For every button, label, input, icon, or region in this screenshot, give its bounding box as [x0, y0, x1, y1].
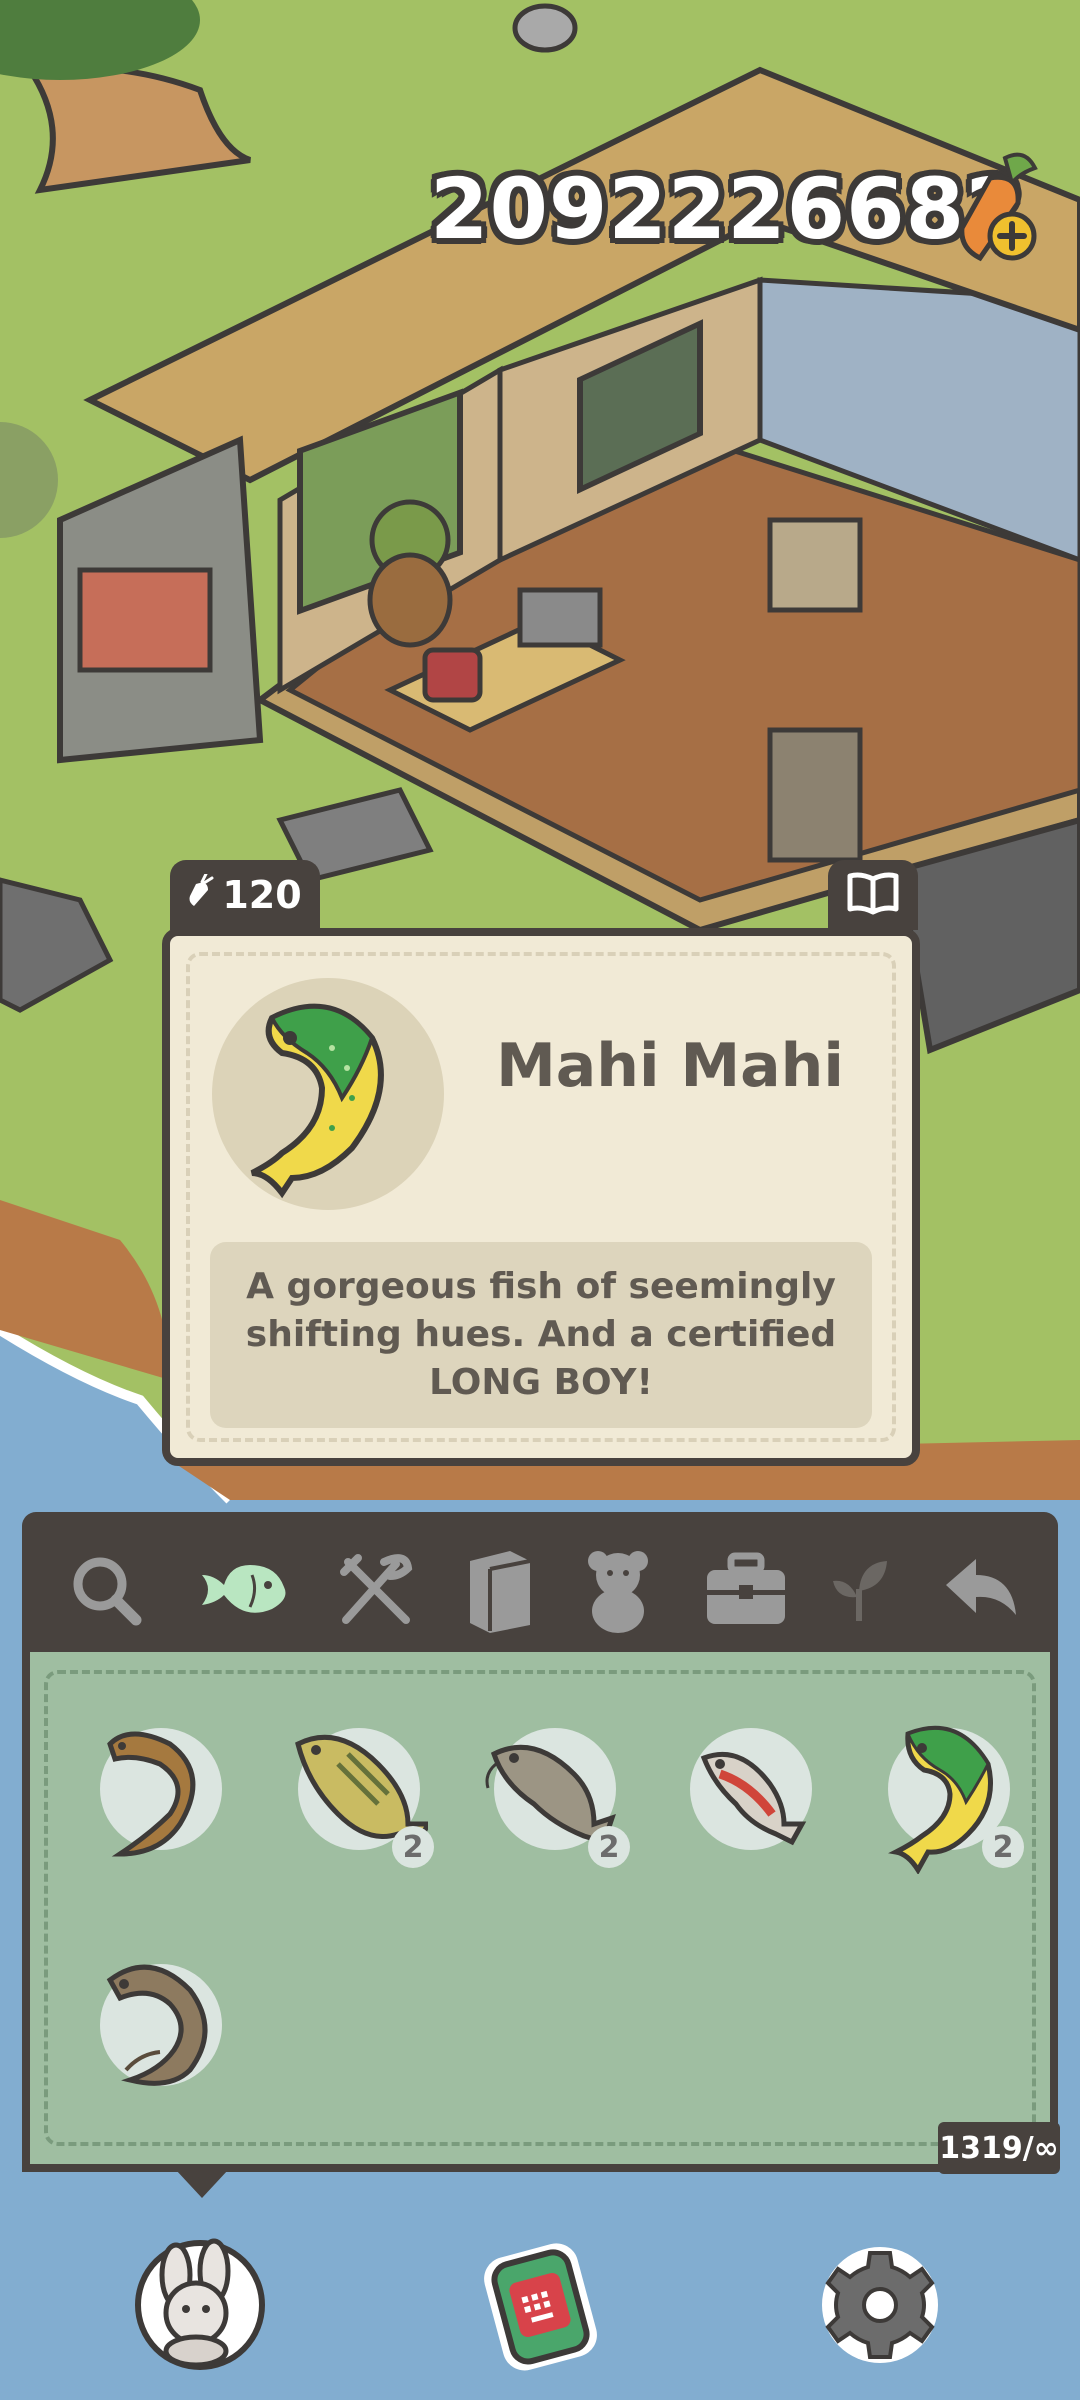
search-icon	[73, 1557, 142, 1626]
journal-button[interactable]	[828, 860, 918, 930]
quantity-badge: 2	[392, 1826, 434, 1868]
character-button[interactable]	[130, 2235, 270, 2375]
fish-icon	[202, 1565, 286, 1613]
tab-search[interactable]	[58, 1542, 154, 1638]
phone-icon	[484, 2243, 597, 2371]
inventory-slot[interactable]	[100, 1728, 222, 1857]
red-fish-icon	[700, 1751, 807, 1846]
lamprey-icon	[106, 1964, 208, 2086]
item-description-box: A gorgeous fish of seemingly shifting hu…	[210, 1242, 872, 1428]
tab-toys[interactable]	[570, 1542, 666, 1638]
tab-fish[interactable]	[194, 1542, 290, 1638]
currency-display: 2092226682	[430, 152, 1038, 280]
fork-knife-icon	[340, 1554, 413, 1624]
carrot-plus-icon[interactable]	[950, 148, 1050, 268]
phone-button[interactable]	[470, 2235, 610, 2375]
price-tab: 120	[170, 860, 320, 930]
settings-button[interactable]	[810, 2235, 950, 2375]
inventory-slot[interactable]: 2	[295, 1728, 434, 1868]
currency-amount: 2092226682	[430, 160, 1025, 258]
carrot-icon	[188, 872, 214, 917]
item-name: Mahi Mahi	[496, 1031, 844, 1101]
inventory-toolbar	[22, 1512, 1058, 1662]
inventory-capacity: 1319/∞	[938, 2122, 1060, 2174]
item-detail-card: Mahi Mahi A gorgeous fish of seemingly s…	[162, 928, 920, 1466]
inventory-slot[interactable]: 2	[888, 1725, 1024, 1874]
sprout-icon	[833, 1561, 887, 1621]
teddy-bear-icon	[588, 1551, 648, 1633]
tab-food[interactable]	[328, 1542, 424, 1638]
tab-plants[interactable]	[812, 1542, 908, 1638]
back-arrow-icon	[946, 1559, 1016, 1615]
book-icon	[470, 1551, 531, 1633]
mahi-mahi-icon	[250, 1003, 384, 1199]
tab-tools[interactable]	[698, 1542, 794, 1638]
inventory-panel: 2 2 2	[22, 1652, 1058, 2172]
tab-books[interactable]	[450, 1542, 546, 1638]
inventory-slot[interactable]	[100, 1964, 222, 2086]
back-button[interactable]	[934, 1542, 1030, 1638]
toolbox-icon	[707, 1552, 785, 1624]
inventory-slot[interactable]	[690, 1728, 812, 1850]
inventory-slot[interactable]: 2	[485, 1728, 630, 1868]
item-image	[212, 978, 444, 1210]
item-price: 120	[222, 873, 302, 917]
item-description: A gorgeous fish of seemingly shifting hu…	[245, 1266, 837, 1403]
settings-gear-icon	[822, 2247, 938, 2363]
quantity-badge: 2	[982, 1826, 1024, 1868]
bunny-character-icon	[135, 2238, 265, 2370]
inventory-grid: 2 2 2	[44, 1670, 1036, 2146]
book-icon	[846, 871, 900, 919]
panel-pointer	[176, 2170, 228, 2198]
quantity-badge: 2	[588, 1826, 630, 1868]
eel-icon	[107, 1731, 196, 1857]
